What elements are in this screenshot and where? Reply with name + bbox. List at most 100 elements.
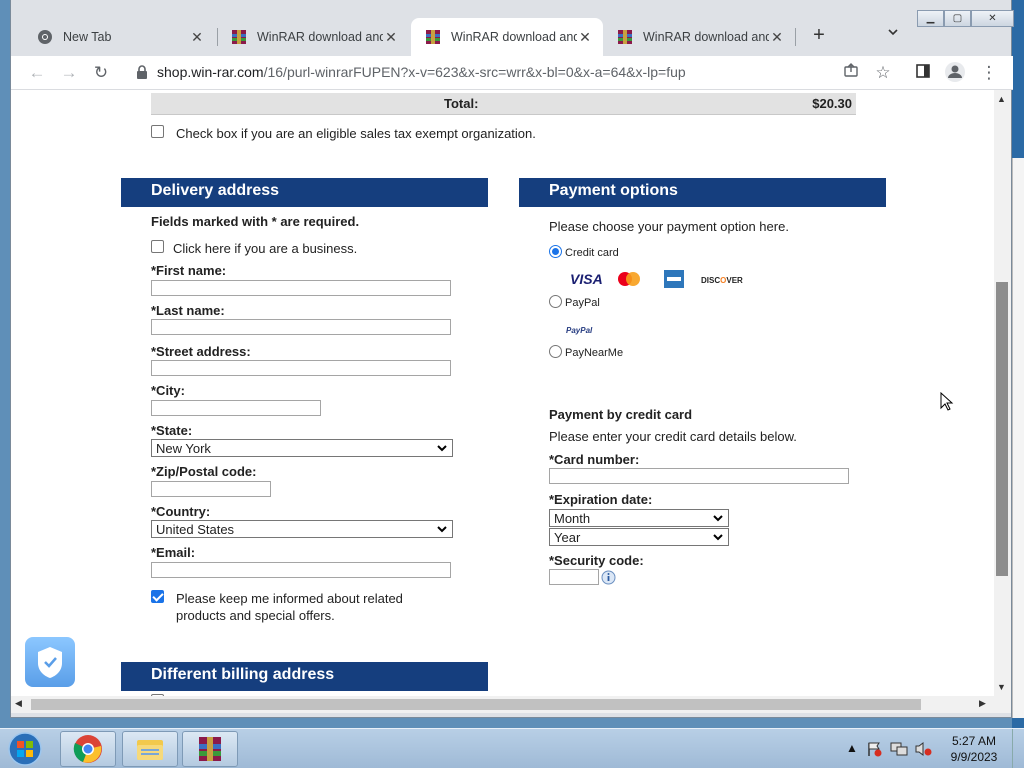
tab-label: New Tab — [63, 30, 112, 44]
windows-taskbar: ▲ 5:27 AM 9/9/2023 — [0, 728, 1024, 768]
tab-strip: New Tab ✕ WinRAR download and ✕ WinRAR d… — [11, 14, 1013, 56]
share-icon[interactable] — [839, 61, 863, 85]
newsletter-label-line2: products and special offers. — [176, 608, 335, 623]
start-button[interactable] — [4, 731, 46, 767]
url-host: shop.win-rar.com — [157, 64, 264, 80]
show-hidden-icons-arrow-icon[interactable]: ▲ — [846, 741, 858, 755]
close-tab-icon[interactable]: ✕ — [769, 29, 785, 45]
card-number-field[interactable] — [549, 468, 849, 484]
first-name-field[interactable] — [151, 280, 451, 296]
security-code-field[interactable] — [549, 569, 599, 585]
taskbar-chrome[interactable] — [60, 731, 116, 767]
tax-exempt-label: Check box if you are an eligible sales t… — [176, 126, 536, 141]
country-value: United States — [156, 522, 235, 537]
city-field[interactable] — [151, 400, 321, 416]
paypal-radio[interactable] — [549, 295, 562, 308]
discover-logo: DISCOVER — [701, 276, 743, 285]
close-tab-icon[interactable]: ✕ — [383, 29, 399, 45]
last-name-field[interactable] — [151, 319, 451, 335]
address-bar[interactable]: shop.win-rar.com/16/purl-winrarFUPEN?x-v… — [157, 64, 686, 80]
year-value: Year — [554, 530, 581, 545]
tab-winrar-2-active[interactable]: WinRAR download and ✕ — [411, 18, 603, 56]
url-path: /16/purl-winrarFUPEN?x-v=623&x-src=wrr&x… — [263, 64, 686, 80]
mastercard-logo — [618, 272, 640, 286]
scroll-right-arrow-icon[interactable]: ▶ — [979, 698, 986, 709]
browser-toolbar: ← → ↻ shop.win-rar.com/16/purl-winrarFUP… — [11, 56, 1013, 90]
horizontal-scroll-thumb[interactable] — [31, 699, 921, 710]
state-label: *State: — [151, 423, 193, 438]
mouse-cursor-icon — [940, 392, 954, 411]
close-window-button[interactable]: ✕ — [971, 10, 1014, 27]
scroll-left-arrow-icon[interactable]: ◀ — [15, 698, 22, 709]
paynearme-label: PayNearMe — [565, 347, 624, 359]
close-tab-icon[interactable]: ✕ — [189, 29, 205, 45]
profile-avatar-icon[interactable] — [943, 61, 967, 85]
taskbar-winrar[interactable] — [182, 731, 238, 767]
security-shield-icon[interactable] — [25, 637, 75, 687]
minimize-button[interactable]: ▁ — [917, 10, 944, 27]
paypal-label: PayPal — [565, 297, 600, 309]
paynearme-radio[interactable] — [549, 345, 562, 358]
payment-options-heading: Payment options — [519, 178, 886, 207]
newsletter-label-line1: Please keep me informed about related — [176, 591, 403, 606]
last-name-label: *Last name: — [151, 303, 225, 318]
vertical-scrollbar[interactable]: ▲ ▼ — [994, 90, 1011, 696]
required-fields-note: Fields marked with * are required. — [151, 214, 360, 229]
tab-winrar-1[interactable]: WinRAR download and ✕ — [217, 18, 409, 56]
lock-icon[interactable] — [135, 64, 149, 80]
zip-field[interactable] — [151, 481, 271, 497]
taskbar-explorer[interactable] — [122, 731, 178, 767]
show-desktop-button[interactable] — [1012, 729, 1024, 768]
state-select[interactable]: New York — [151, 439, 453, 457]
tab-separator — [795, 28, 796, 46]
bookmark-star-icon[interactable]: ☆ — [871, 61, 895, 85]
country-select[interactable]: United States — [151, 520, 453, 538]
system-clock[interactable]: 5:27 AM 9/9/2023 — [944, 733, 1004, 765]
tax-exempt-checkbox[interactable] — [151, 125, 164, 138]
tab-winrar-3[interactable]: WinRAR download and ✕ — [603, 18, 795, 56]
email-field[interactable] — [151, 562, 451, 578]
street-address-field[interactable] — [151, 360, 451, 376]
newsletter-checkbox[interactable] — [151, 590, 164, 603]
maximize-button[interactable]: ▢ — [944, 10, 971, 27]
winrar-icon — [199, 737, 221, 761]
chevron-down-icon — [437, 526, 447, 533]
total-label: Total: — [444, 96, 479, 111]
forward-arrow-icon[interactable]: → — [57, 61, 81, 85]
reload-icon[interactable]: ↻ — [89, 61, 113, 85]
chevron-down-icon — [713, 515, 723, 522]
card-number-label: *Card number: — [549, 452, 640, 467]
expiration-month-select[interactable]: Month — [549, 509, 729, 527]
business-checkbox[interactable] — [151, 240, 164, 253]
new-tab-button[interactable]: + — [807, 24, 831, 48]
action-center-flag-icon[interactable] — [866, 741, 882, 757]
tab-search-chevron-icon[interactable] — [885, 26, 901, 42]
close-tab-icon[interactable]: ✕ — [577, 29, 593, 45]
expiration-year-select[interactable]: Year — [549, 528, 729, 546]
credit-card-label: Credit card — [565, 247, 619, 259]
chrome-icon — [73, 735, 102, 763]
browser-window: New Tab ✕ WinRAR download and ✕ WinRAR d… — [10, 0, 1014, 718]
side-panel-icon[interactable] — [911, 61, 935, 85]
info-icon[interactable] — [601, 570, 616, 585]
tab-label: WinRAR download and — [643, 30, 769, 44]
chevron-down-icon — [713, 534, 723, 541]
amex-logo — [664, 270, 684, 288]
chrome-icon — [37, 29, 53, 45]
network-icon[interactable] — [890, 741, 908, 757]
menu-kebab-icon[interactable]: ⋮ — [977, 61, 1001, 85]
back-arrow-icon[interactable]: ← — [25, 61, 49, 85]
tab-new-tab[interactable]: New Tab ✕ — [23, 18, 215, 56]
scroll-up-arrow-icon[interactable]: ▲ — [997, 94, 1006, 104]
credit-card-radio[interactable] — [549, 245, 562, 258]
city-label: *City: — [151, 383, 185, 398]
window-controls: ▁ ▢ ✕ — [917, 10, 1014, 28]
first-name-label: *First name: — [151, 263, 227, 278]
vertical-scroll-thumb[interactable] — [996, 282, 1008, 576]
volume-muted-icon[interactable] — [914, 741, 932, 757]
horizontal-scrollbar[interactable]: ◀ ▶ — [11, 696, 1011, 713]
security-code-label: *Security code: — [549, 553, 644, 568]
delivery-address-heading: Delivery address — [121, 178, 488, 207]
scroll-down-arrow-icon[interactable]: ▼ — [997, 682, 1006, 692]
paypal-logo: PayPal — [566, 326, 593, 335]
